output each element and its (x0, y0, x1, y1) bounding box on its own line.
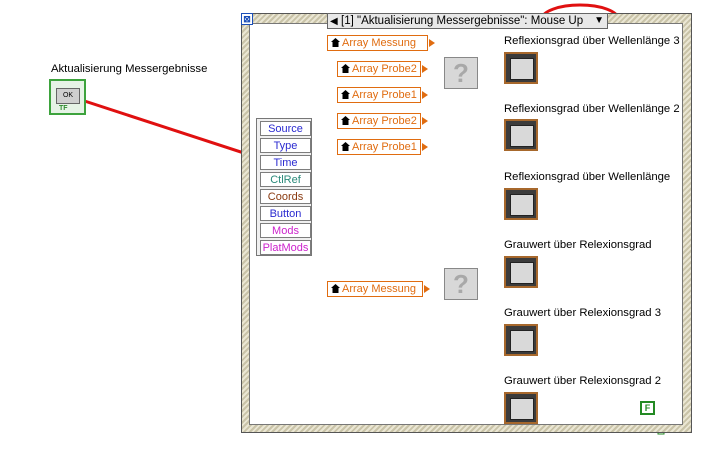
local-var-array-messung[interactable]: Array Messung (327, 35, 435, 51)
local-variable-icon (341, 64, 350, 73)
local-var-array-probe1[interactable]: Array Probe1 (337, 139, 428, 155)
prev-case-icon[interactable]: ◀ (330, 15, 338, 29)
graph-label: Grauwert über Relexionsgrad 2 (504, 375, 661, 387)
graph-property-icon[interactable] (504, 392, 538, 424)
graph-property-icon[interactable] (504, 256, 538, 288)
local-var-label: Array Messung (342, 283, 416, 295)
event-data-coords[interactable]: Coords (260, 189, 311, 204)
local-variable-icon (331, 38, 340, 47)
select-node-icon[interactable]: ? (444, 57, 478, 89)
graph-label: Grauwert über Relexionsgrad 3 (504, 307, 661, 319)
local-var-label: Array Probe2 (352, 63, 417, 75)
local-var-label: Array Messung (342, 37, 416, 49)
case-dropdown-icon[interactable]: ▼ (594, 14, 604, 28)
local-var-array-probe2[interactable]: Array Probe2 (337, 113, 428, 129)
local-variable-icon (341, 142, 350, 151)
local-variable-icon (341, 90, 350, 99)
control-label: Aktualisierung Messergebnisse (51, 63, 208, 75)
graph-property-icon[interactable] (504, 119, 538, 151)
graph-label: Grauwert über Relexionsgrad (504, 239, 652, 251)
graph-label: Reflexionsgrad über Wellenlänge (504, 171, 671, 183)
event-data-ctlref[interactable]: CtlRef (260, 172, 311, 187)
boolean-type-badge: TF (59, 105, 68, 112)
timeout-terminal-icon[interactable]: ⊠ (241, 13, 253, 25)
local-var-array-messung[interactable]: Array Messung (327, 281, 430, 297)
ok-button-icon: OK (56, 88, 80, 104)
event-data-button[interactable]: Button (260, 206, 311, 221)
boolean-control-terminal[interactable]: OK TF (49, 79, 86, 115)
local-var-label: Array Probe2 (352, 115, 417, 127)
graph-property-icon[interactable] (504, 324, 538, 356)
event-data-platmods[interactable]: PlatMods (260, 240, 311, 255)
local-variable-icon (341, 116, 350, 125)
event-data-node[interactable]: Source Type Time CtlRef Coords Button Mo… (256, 118, 312, 256)
local-variable-icon (331, 284, 340, 293)
graph-property-icon[interactable] (504, 52, 538, 84)
local-var-label: Array Probe1 (352, 141, 417, 153)
false-constant[interactable]: F (640, 401, 655, 415)
event-data-time[interactable]: Time (260, 155, 311, 170)
select-node-icon[interactable]: ? (444, 268, 478, 300)
event-data-source[interactable]: Source (260, 121, 311, 136)
event-case-selector[interactable]: ◀ [1] "Aktualisierung Messergebnisse": M… (327, 13, 608, 29)
local-var-array-probe1[interactable]: Array Probe1 (337, 87, 428, 103)
graph-property-icon[interactable] (504, 188, 538, 220)
local-var-array-probe2[interactable]: Array Probe2 (337, 61, 428, 77)
graph-label: Reflexionsgrad über Wellenlänge 3 (504, 35, 680, 47)
local-var-label: Array Probe1 (352, 89, 417, 101)
event-data-type[interactable]: Type (260, 138, 311, 153)
event-data-mods[interactable]: Mods (260, 223, 311, 238)
graph-label: Reflexionsgrad über Wellenlänge 2 (504, 103, 680, 115)
event-case-label: [1] "Aktualisierung Messergebnisse": Mou… (341, 15, 584, 27)
